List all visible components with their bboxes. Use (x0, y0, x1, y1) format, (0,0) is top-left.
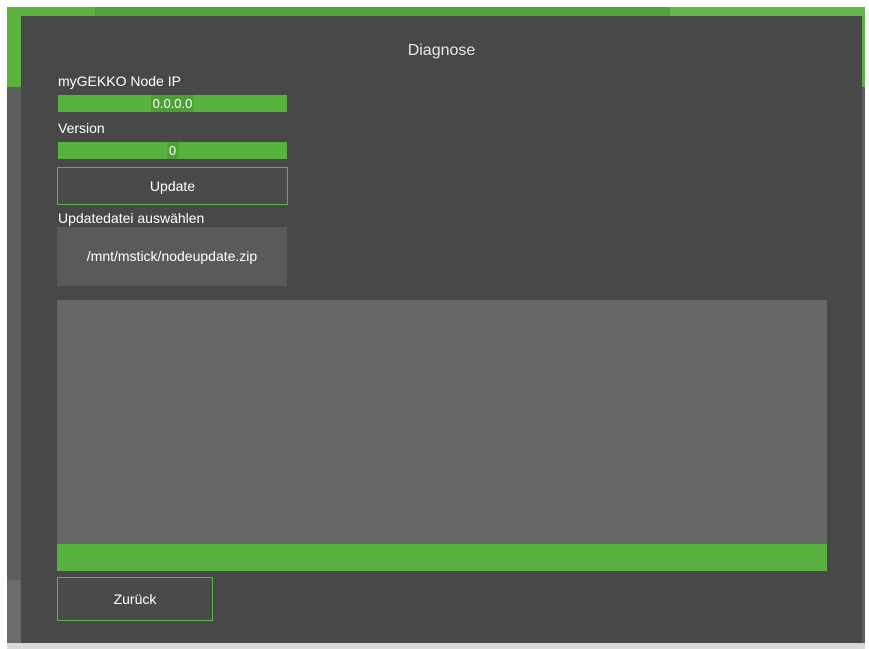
background-sidebar-strip (7, 580, 21, 647)
update-button[interactable]: Update (57, 167, 288, 205)
background-tab-indicator (95, 7, 670, 16)
node-ip-field: 0.0.0.0 (58, 95, 287, 112)
diagnose-dialog: Diagnose myGEKKO Node IP 0.0.0.0 Version… (21, 16, 862, 643)
log-output-area (57, 300, 827, 544)
progress-bar (57, 544, 827, 571)
file-select-label: Updatedatei auswählen (58, 210, 205, 226)
background-header-right (670, 7, 865, 16)
version-label: Version (58, 120, 105, 136)
dialog-title: Diagnose (407, 42, 476, 59)
screen: Diagnose myGEKKO Node IP 0.0.0.0 Version… (0, 0, 869, 649)
version-field: 0 (58, 142, 287, 159)
node-ip-value: 0.0.0.0 (150, 95, 195, 112)
version-value: 0 (166, 142, 179, 159)
update-file-selector[interactable]: /mnt/mstick/nodeupdate.zip (57, 227, 287, 286)
background-footer (7, 643, 865, 649)
node-ip-label: myGEKKO Node IP (58, 73, 181, 89)
back-button[interactable]: Zurück (57, 577, 213, 621)
